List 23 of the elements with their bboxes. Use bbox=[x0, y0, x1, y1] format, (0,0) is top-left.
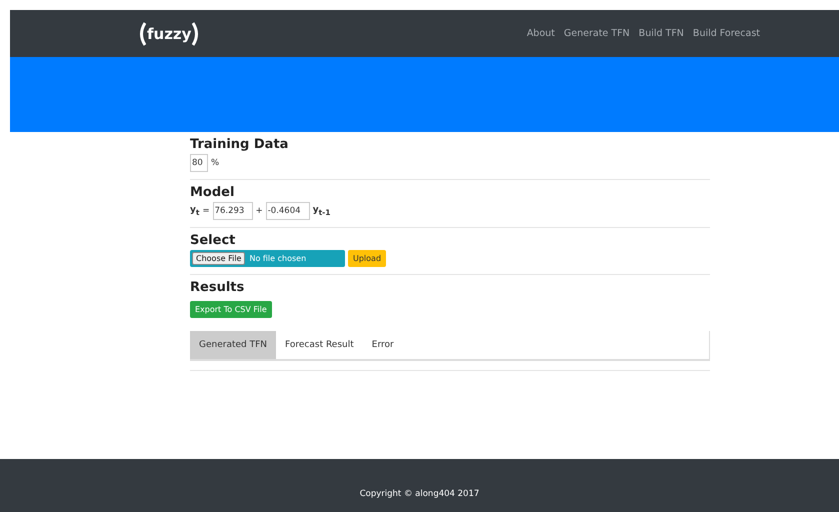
tab[interactable]: Generated TFN bbox=[190, 331, 276, 359]
tab[interactable]: Forecast Result bbox=[276, 331, 363, 359]
copyright-text: Copyright © along404 2017 bbox=[360, 489, 480, 499]
section-heading: Select bbox=[190, 233, 236, 248]
plus-sign: + bbox=[256, 206, 263, 216]
tab[interactable]: Error bbox=[362, 331, 403, 359]
nav-link[interactable]: Build TFN bbox=[638, 28, 684, 39]
training-percent-field[interactable]: 80 bbox=[190, 154, 208, 172]
file-input[interactable]: Choose File No file chosen bbox=[190, 250, 345, 267]
nav-link[interactable]: Build Forecast bbox=[692, 28, 760, 39]
section-heading: Training Data bbox=[190, 137, 290, 152]
equation-term: y$_{t-1}$ bbox=[312, 205, 331, 217]
intercept-field[interactable]: 76.293 bbox=[212, 202, 253, 220]
equals-sign: = bbox=[202, 206, 210, 216]
nav-link[interactable]: Generate TFN bbox=[564, 28, 630, 39]
section-heading: Model bbox=[190, 185, 236, 200]
section-heading: Results bbox=[190, 280, 246, 295]
percent-label: % bbox=[211, 158, 220, 168]
equation-term: y$_{t}$ bbox=[190, 205, 200, 217]
upload-button[interactable]: Upload bbox=[348, 250, 386, 267]
coefficient-field[interactable]: -0.4604 bbox=[266, 202, 310, 220]
logo[interactable]: fuzzy bbox=[138, 20, 200, 46]
nav-link[interactable]: About bbox=[526, 28, 555, 39]
